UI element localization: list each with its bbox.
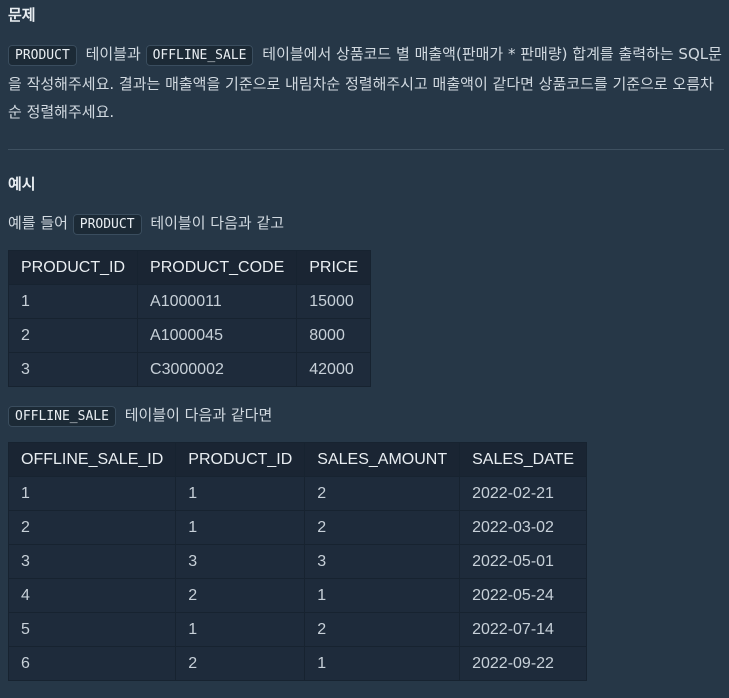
column-header: OFFLINE_SALE_ID bbox=[7, 442, 177, 477]
problem-heading: 문제 bbox=[8, 6, 36, 24]
table-cell: 42000 bbox=[296, 352, 372, 387]
table-row: 3 3 3 2022-05-01 bbox=[7, 544, 588, 579]
table-cell: 2 bbox=[7, 510, 177, 545]
table-cell: 2022-05-01 bbox=[459, 544, 588, 579]
problem-text-1: 테이블과 bbox=[85, 45, 141, 63]
example-second-suffix: 테이블이 다음과 같다면 bbox=[124, 406, 273, 424]
table-cell: 2 bbox=[175, 578, 306, 613]
column-header: PRODUCT_CODE bbox=[137, 250, 298, 285]
table-row: 3 C3000002 42000 bbox=[7, 352, 372, 387]
column-header: SALES_AMOUNT bbox=[304, 442, 461, 477]
table-cell: 2 bbox=[7, 318, 139, 353]
product-table: PRODUCT_ID PRODUCT_CODE PRICE 1 A1000011… bbox=[7, 250, 372, 387]
example-intro-suffix: 테이블이 다음과 같고 bbox=[150, 214, 285, 232]
table-cell: 3 bbox=[304, 544, 461, 579]
code-offline-sale-example: OFFLINE_SALE bbox=[8, 406, 116, 427]
table-cell: 15000 bbox=[296, 284, 372, 319]
table-row: 4 2 1 2022-05-24 bbox=[7, 578, 588, 613]
table-cell: 3 bbox=[7, 544, 177, 579]
column-header: SALES_DATE bbox=[459, 442, 588, 477]
table-row: 1 1 2 2022-02-21 bbox=[7, 476, 588, 511]
table-cell: C3000002 bbox=[137, 352, 298, 387]
table-cell: 2 bbox=[175, 646, 306, 681]
table-cell: 8000 bbox=[296, 318, 372, 353]
table-row: 1 A1000011 15000 bbox=[7, 284, 372, 319]
code-product-example: PRODUCT bbox=[72, 214, 142, 235]
table-cell: 6 bbox=[7, 646, 177, 681]
table-cell: 2022-02-21 bbox=[459, 476, 588, 511]
example-second-intro: OFFLINE_SALE 테이블이 다음과 같다면 bbox=[8, 403, 272, 429]
table-cell: 2022-09-22 bbox=[459, 646, 588, 681]
table-cell: 2022-05-24 bbox=[459, 578, 588, 613]
table-cell: A1000045 bbox=[137, 318, 298, 353]
table-cell: 1 bbox=[175, 510, 306, 545]
example-intro-prefix: 예를 들어 bbox=[8, 214, 68, 232]
table-cell: 3 bbox=[175, 544, 306, 579]
problem-paragraph: PRODUCT 테이블과 OFFLINE_SALE 테이블에서 상품코드 별 매… bbox=[8, 40, 724, 126]
table-cell: 2 bbox=[304, 476, 461, 511]
table-cell: 1 bbox=[7, 476, 177, 511]
table-cell: 2 bbox=[304, 612, 461, 647]
table-row: 2 A1000045 8000 bbox=[7, 318, 372, 353]
table-cell: 5 bbox=[7, 612, 177, 647]
table-cell: 3 bbox=[7, 352, 139, 387]
table-row: 5 1 2 2022-07-14 bbox=[7, 612, 588, 647]
table-header-row: OFFLINE_SALE_ID PRODUCT_ID SALES_AMOUNT … bbox=[7, 442, 588, 477]
code-product: PRODUCT bbox=[8, 45, 77, 66]
table-cell: 2 bbox=[304, 510, 461, 545]
column-header: PRODUCT_ID bbox=[175, 442, 306, 477]
section-divider bbox=[8, 149, 724, 150]
table-cell: 1 bbox=[304, 578, 461, 613]
table-cell: 1 bbox=[175, 476, 306, 511]
table-cell: 2022-03-02 bbox=[459, 510, 588, 545]
offline-sale-table: OFFLINE_SALE_ID PRODUCT_ID SALES_AMOUNT … bbox=[7, 442, 588, 681]
example-intro: 예를 들어 PRODUCT 테이블이 다음과 같고 bbox=[8, 211, 284, 237]
table-row: 6 2 1 2022-09-22 bbox=[7, 646, 588, 681]
code-offline-sale: OFFLINE_SALE bbox=[145, 45, 254, 66]
table-cell: 1 bbox=[304, 646, 461, 681]
table-cell: 1 bbox=[7, 284, 139, 319]
table-header-row: PRODUCT_ID PRODUCT_CODE PRICE bbox=[7, 250, 372, 285]
column-header: PRODUCT_ID bbox=[7, 250, 139, 285]
table-cell: A1000011 bbox=[137, 284, 298, 319]
table-cell: 4 bbox=[7, 578, 177, 613]
table-cell: 1 bbox=[175, 612, 306, 647]
table-row: 2 1 2 2022-03-02 bbox=[7, 510, 588, 545]
table-cell: 2022-07-14 bbox=[459, 612, 588, 647]
column-header: PRICE bbox=[296, 250, 372, 285]
example-heading: 예시 bbox=[8, 175, 36, 193]
